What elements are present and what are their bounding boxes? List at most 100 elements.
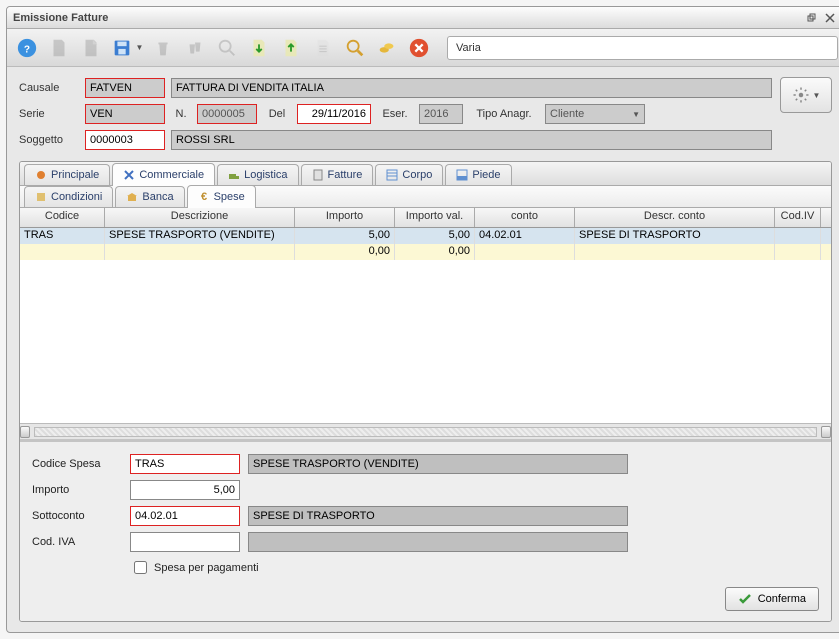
- doc-lines-icon[interactable]: [309, 34, 337, 62]
- detail-form: Codice Spesa TRAS SPESE TRASPORTO (VENDI…: [20, 439, 831, 621]
- tab-label: Logistica: [244, 169, 287, 181]
- chevron-down-icon: ▼: [813, 91, 821, 100]
- importo-field[interactable]: 5,00: [130, 480, 240, 500]
- col-codiv[interactable]: Cod.IV: [775, 208, 821, 227]
- tab-logistica[interactable]: Logistica: [217, 164, 298, 185]
- sottoconto-label: Sottoconto: [32, 510, 122, 522]
- cell: 04.02.01: [475, 228, 575, 244]
- subtab-spese[interactable]: € Spese: [187, 185, 256, 208]
- eser-field[interactable]: 2016: [419, 104, 463, 124]
- sottoconto-field[interactable]: 04.02.01: [130, 506, 240, 526]
- causale-descr: FATTURA DI VENDITA ITALIA: [171, 78, 772, 98]
- save-icon[interactable]: ▼: [109, 34, 145, 62]
- subtab-condizioni[interactable]: Condizioni: [24, 186, 113, 207]
- cell: 0,00: [395, 244, 475, 260]
- app-window: Emissione Fatture ? ▼ Varia Causale FATV…: [6, 6, 839, 633]
- cell: [575, 244, 775, 260]
- col-importoval[interactable]: Importo val.: [395, 208, 475, 227]
- new-doc2-icon[interactable]: [77, 34, 105, 62]
- settings-button[interactable]: ▼: [780, 77, 832, 113]
- export-icon[interactable]: [277, 34, 305, 62]
- cell: [20, 244, 105, 260]
- codiva-label: Cod. IVA: [32, 536, 122, 548]
- spesapagamenti-label: Spesa per pagamenti: [154, 562, 259, 574]
- cell: 5,00: [395, 228, 475, 244]
- table-row[interactable]: TRAS SPESE TRASPORTO (VENDITE) 5,00 5,00…: [20, 228, 831, 244]
- cancel-icon[interactable]: [405, 34, 433, 62]
- cell: 0,00: [295, 244, 395, 260]
- tab-principale[interactable]: Principale: [24, 164, 110, 185]
- causale-field[interactable]: FATVEN: [85, 78, 165, 98]
- col-descrconto[interactable]: Descr. conto: [575, 208, 775, 227]
- cell: TRAS: [20, 228, 105, 244]
- zoom-icon[interactable]: [341, 34, 369, 62]
- tab-label: Principale: [51, 169, 99, 181]
- col-conto[interactable]: conto: [475, 208, 575, 227]
- tab-commerciale[interactable]: Commerciale: [112, 163, 215, 186]
- titlebar: Emissione Fatture: [7, 7, 839, 29]
- chevron-down-icon: ▼: [136, 43, 144, 52]
- tipoanagr-label: Tipo Anagr.: [469, 108, 539, 120]
- tab-label: Condizioni: [51, 191, 102, 203]
- grid: Codice Descrizione Importo Importo val. …: [20, 208, 831, 439]
- tab-corpo[interactable]: Corpo: [375, 164, 443, 185]
- scroll-left-icon[interactable]: [20, 426, 30, 438]
- trash-multi-icon[interactable]: [181, 34, 209, 62]
- window-title: Emissione Fatture: [13, 12, 802, 24]
- subtab-banca[interactable]: Banca: [115, 186, 184, 207]
- n-field[interactable]: 0000005: [197, 104, 257, 124]
- scrollbar-horizontal[interactable]: [20, 423, 831, 439]
- cell: [775, 244, 821, 260]
- tipoanagr-field[interactable]: Cliente ▼: [545, 104, 645, 124]
- soggetto-descr: ROSSI SRL: [171, 130, 772, 150]
- importo-label: Importo: [32, 484, 122, 496]
- codicespesa-field[interactable]: TRAS: [130, 454, 240, 474]
- col-descrizione[interactable]: Descrizione: [105, 208, 295, 227]
- del-field[interactable]: 29/11/2016: [297, 104, 371, 124]
- content-area: Causale FATVEN FATTURA DI VENDITA ITALIA…: [7, 67, 839, 632]
- n-label: N.: [171, 108, 191, 120]
- tab-label: Piede: [472, 169, 500, 181]
- col-codice[interactable]: Codice: [20, 208, 105, 227]
- confirm-button[interactable]: Conferma: [725, 587, 819, 611]
- cell: [105, 244, 295, 260]
- tab-label: Spese: [214, 191, 245, 203]
- tab-fatture[interactable]: Fatture: [301, 164, 374, 185]
- scroll-track[interactable]: [34, 427, 817, 437]
- svg-text:€: €: [201, 191, 207, 203]
- cell: [775, 228, 821, 244]
- chevron-down-icon: ▼: [632, 110, 640, 119]
- confirm-label: Conferma: [758, 593, 806, 605]
- soggetto-field[interactable]: 0000003: [85, 130, 165, 150]
- tab-label: Corpo: [402, 169, 432, 181]
- table-row[interactable]: 0,00 0,00: [20, 244, 831, 260]
- serie-label: Serie: [19, 108, 79, 120]
- import-icon[interactable]: [245, 34, 273, 62]
- tab-label: Banca: [142, 191, 173, 203]
- status-text: Varia: [447, 36, 838, 60]
- help-icon[interactable]: ?: [13, 34, 41, 62]
- new-doc-icon[interactable]: [45, 34, 73, 62]
- svg-text:?: ?: [24, 44, 30, 55]
- col-importo[interactable]: Importo: [295, 208, 395, 227]
- del-label: Del: [263, 108, 291, 120]
- sottoconto-descr: SPESE DI TRASPORTO: [248, 506, 628, 526]
- close-icon[interactable]: [822, 11, 838, 25]
- trash-icon[interactable]: [149, 34, 177, 62]
- codiva-field[interactable]: [130, 532, 240, 552]
- cell: SPESE TRASPORTO (VENDITE): [105, 228, 295, 244]
- restore-icon[interactable]: [804, 11, 820, 25]
- cell: [475, 244, 575, 260]
- search-icon[interactable]: [213, 34, 241, 62]
- coins-icon[interactable]: [373, 34, 401, 62]
- eser-label: Eser.: [377, 108, 413, 120]
- serie-field[interactable]: VEN: [85, 104, 165, 124]
- scroll-right-icon[interactable]: [821, 426, 831, 438]
- cell: 5,00: [295, 228, 395, 244]
- codicespesa-descr: SPESE TRASPORTO (VENDITE): [248, 454, 628, 474]
- tipoanagr-value: Cliente: [550, 108, 584, 120]
- spesapagamenti-checkbox[interactable]: [134, 561, 147, 574]
- tab-piede[interactable]: Piede: [445, 164, 511, 185]
- toolbar: ? ▼ Varia: [7, 29, 839, 67]
- cell: SPESE DI TRASPORTO: [575, 228, 775, 244]
